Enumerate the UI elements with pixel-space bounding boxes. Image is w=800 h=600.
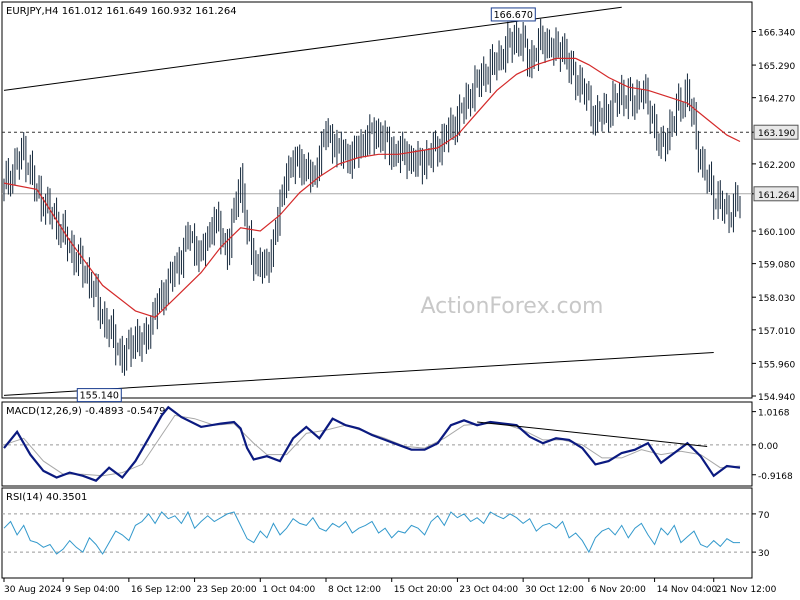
annotation-label: 166.670 <box>494 10 533 21</box>
x-axis-label: 14 Nov 04:00 <box>657 585 718 595</box>
price-level-label: 161.264 <box>758 191 795 201</box>
price-axis-label: 157.010 <box>758 327 795 337</box>
annotation-label: 155.140 <box>80 391 119 402</box>
price-axis-label: 166.340 <box>758 28 795 38</box>
x-axis-label: 16 Sep 12:00 <box>131 585 191 595</box>
x-axis-label: 15 Oct 20:00 <box>394 585 453 595</box>
price-axis-label: 160.100 <box>758 228 795 238</box>
price-axis-label: 158.030 <box>758 294 795 304</box>
low-annotation: 155.140 <box>76 388 122 403</box>
watermark: ActionForex.com <box>421 294 604 319</box>
macd-axis-label: 0.00 <box>758 442 778 452</box>
x-axis-label: 6 Nov 20:00 <box>591 585 646 595</box>
x-axis-label: 23 Oct 04:00 <box>459 585 518 595</box>
price-axis-label: 154.940 <box>758 393 795 403</box>
price-level-label: 163.190 <box>758 129 795 139</box>
price-axis-label: 159.080 <box>758 261 795 271</box>
x-axis-label: 1 Oct 04:00 <box>262 585 315 595</box>
price-panel-title: EURJPY,H4 161.012 161.649 160.932 161.26… <box>6 6 237 17</box>
x-axis-label: 21 Nov 12:00 <box>716 585 777 595</box>
macd-panel-title: MACD(12,26,9) -0.4893 -0.5479 <box>6 406 166 417</box>
x-axis-label: 23 Sep 20:00 <box>197 585 257 595</box>
price-axis-label: 165.290 <box>758 62 795 72</box>
price-axis-label: 162.200 <box>758 161 795 171</box>
x-axis-label: 8 Oct 12:00 <box>328 585 381 595</box>
macd-axis-label: -0.9168 <box>758 472 793 482</box>
macd-axis-label: 1.0168 <box>758 409 790 419</box>
rsi-axis-label: 70 <box>758 511 770 521</box>
price-level-marker: 163.190 <box>753 124 799 140</box>
price-axis-label: 155.960 <box>758 360 795 370</box>
price-axis-label: 164.270 <box>758 95 795 105</box>
chart-background <box>0 0 800 600</box>
rsi-panel-title: RSI(14) 40.3501 <box>6 492 87 503</box>
eurjpy-chart: ActionForex.com EURJPY,H4 161.012 161.64… <box>0 0 800 600</box>
x-axis-label: 30 Oct 12:00 <box>525 585 584 595</box>
rsi-axis-label: 30 <box>758 549 770 559</box>
x-axis-label: 9 Sep 04:00 <box>65 585 120 595</box>
x-axis-label: 30 Aug 2024 <box>4 585 62 595</box>
high-annotation: 166.670 <box>490 7 536 22</box>
price-level-marker: 161.264 <box>753 186 799 202</box>
